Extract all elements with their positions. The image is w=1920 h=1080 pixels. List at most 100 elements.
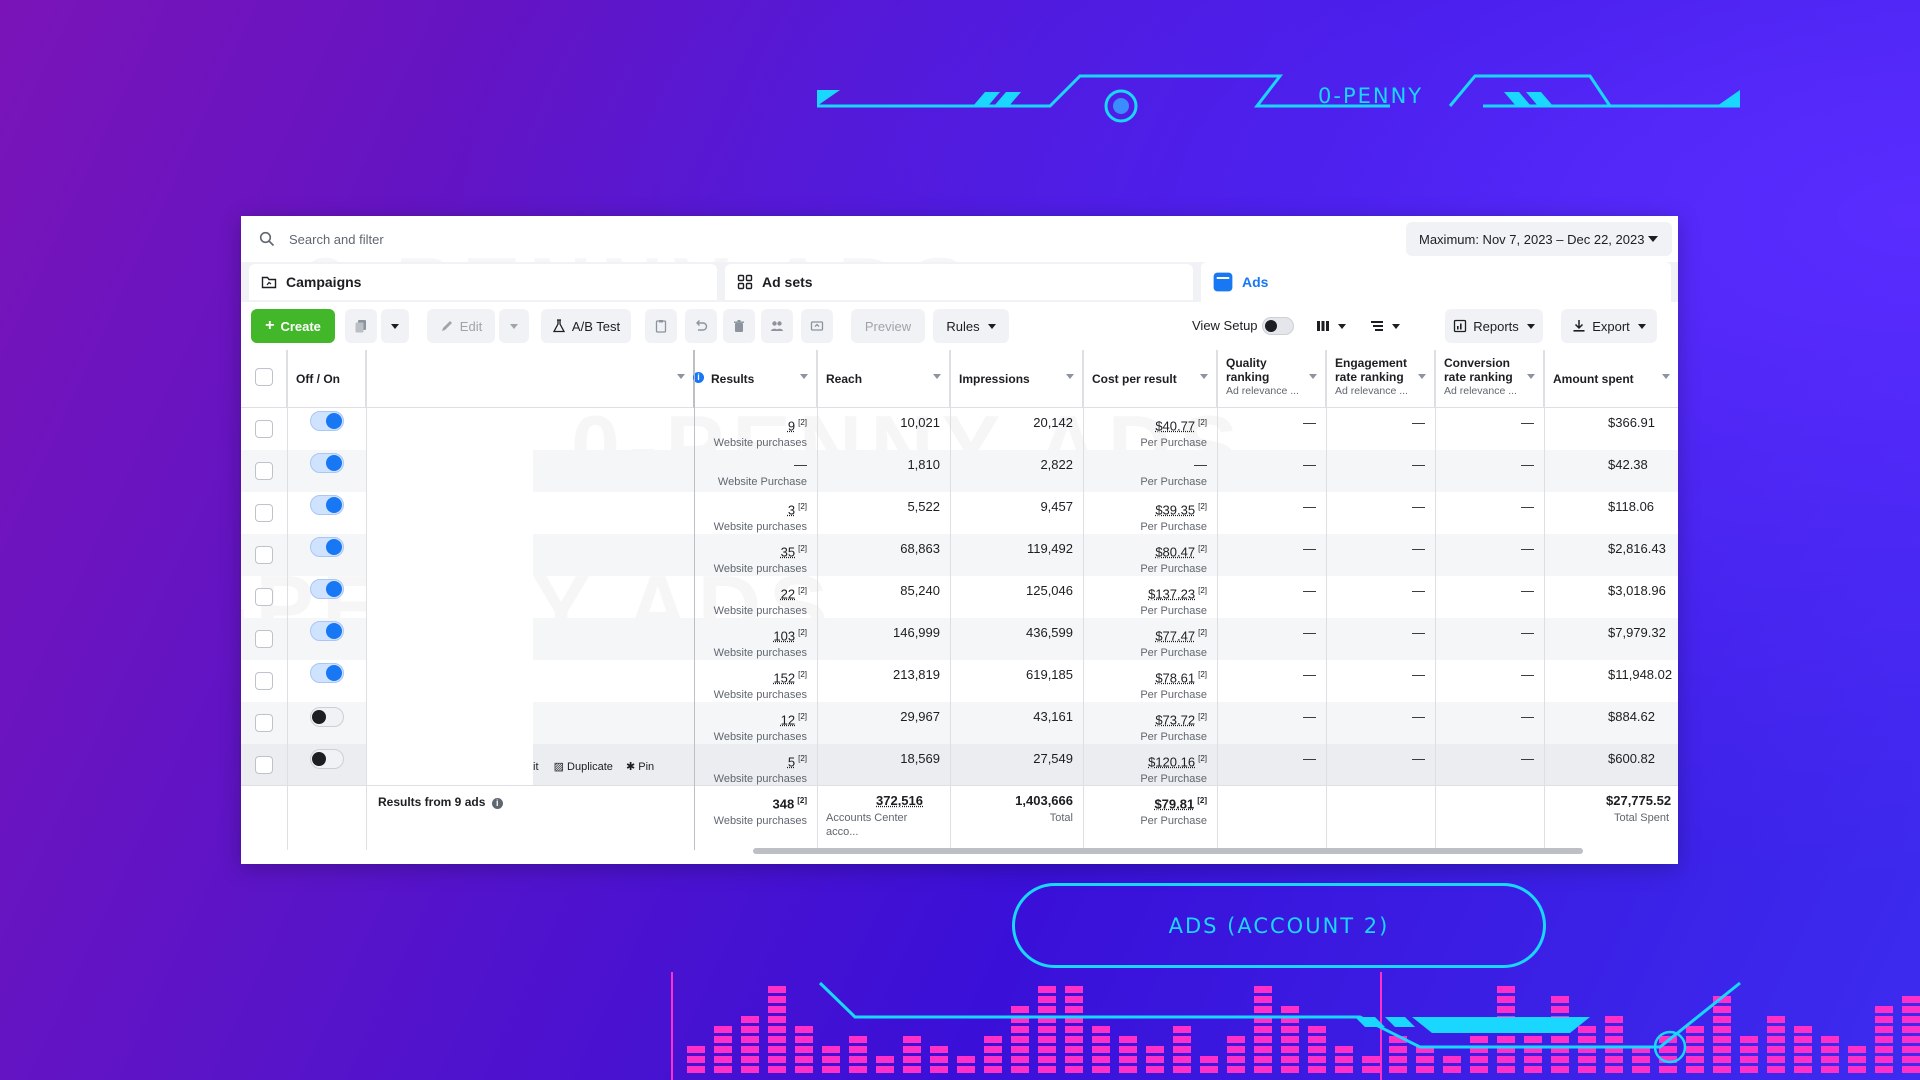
header-cost-per-result[interactable]: Cost per result bbox=[1083, 350, 1217, 408]
columns-button[interactable] bbox=[1307, 309, 1355, 343]
equalizer-segment bbox=[714, 1026, 732, 1033]
quality-cell: — bbox=[1217, 408, 1326, 450]
row-checkbox[interactable] bbox=[255, 420, 273, 438]
ad-status-toggle[interactable] bbox=[310, 411, 344, 431]
tab-campaigns[interactable]: Campaigns bbox=[249, 264, 717, 300]
edit-button[interactable]: Edit bbox=[427, 309, 495, 343]
clipboard-button[interactable] bbox=[645, 309, 677, 343]
equalizer-segment bbox=[1767, 1026, 1785, 1033]
preview-button[interactable]: Preview bbox=[851, 309, 925, 343]
ad-status-toggle[interactable] bbox=[310, 707, 344, 727]
ad-status-toggle[interactable] bbox=[310, 453, 344, 473]
export-button[interactable]: Export bbox=[1561, 309, 1657, 343]
footnote-marker: [2] bbox=[798, 670, 807, 679]
ad-status-toggle[interactable] bbox=[310, 621, 344, 641]
ad-status-toggle[interactable] bbox=[310, 663, 344, 683]
row-checkbox[interactable] bbox=[255, 630, 273, 648]
row-action-edit[interactable]: it bbox=[533, 761, 539, 773]
edit-dropdown[interactable] bbox=[499, 309, 529, 343]
row-checkbox[interactable] bbox=[255, 714, 273, 732]
header-impressions[interactable]: Impressions bbox=[950, 350, 1083, 408]
pin-icon: ✱ bbox=[625, 761, 636, 773]
row-action-pin[interactable]: Pin bbox=[638, 761, 654, 773]
reach-cell: 5,522 bbox=[817, 492, 950, 534]
impressions-cell: 125,046 bbox=[950, 576, 1083, 618]
view-setup-label: View Setup bbox=[1192, 318, 1258, 333]
header-results[interactable]: i Results bbox=[693, 350, 817, 408]
column-divider bbox=[1217, 350, 1218, 850]
equalizer-segment bbox=[1875, 1036, 1893, 1043]
footnote-marker: [2] bbox=[1198, 418, 1207, 427]
quality-value: — bbox=[1303, 583, 1316, 598]
search-filter-bar[interactable]: Search and filter bbox=[247, 222, 1442, 256]
row-action-duplicate[interactable]: Duplicate bbox=[567, 761, 613, 773]
amount-value: $11,948.02 bbox=[1608, 667, 1673, 682]
audience-button[interactable] bbox=[761, 309, 793, 343]
row-checkbox[interactable] bbox=[255, 546, 273, 564]
header-reach[interactable]: Reach bbox=[817, 350, 950, 408]
row-checkbox[interactable] bbox=[255, 462, 273, 480]
results-cell: 12 [2] Website purchases bbox=[694, 702, 817, 744]
row-checkbox[interactable] bbox=[255, 672, 273, 690]
equalizer-segment bbox=[768, 1006, 786, 1013]
tab-ad-sets[interactable]: Ad sets bbox=[725, 264, 1193, 300]
delete-button[interactable] bbox=[723, 309, 755, 343]
quality-subheader: Ad relevance ... bbox=[1226, 385, 1299, 397]
impressions-cell: 27,549 bbox=[950, 744, 1083, 786]
rules-button[interactable]: Rules bbox=[933, 309, 1009, 343]
reports-button[interactable]: Reports bbox=[1445, 309, 1543, 343]
reach-value: 5,522 bbox=[907, 499, 940, 514]
header-ad-name[interactable] bbox=[366, 350, 694, 408]
ad-status-toggle[interactable] bbox=[310, 495, 344, 515]
share-button[interactable] bbox=[801, 309, 833, 343]
header-conversion-ranking[interactable]: Conversion rate ranking Ad relevance ... bbox=[1435, 350, 1544, 408]
row-checkbox[interactable] bbox=[255, 504, 273, 522]
sort-icon bbox=[1309, 374, 1317, 379]
tab-ads[interactable]: Ads bbox=[1201, 262, 1671, 302]
breakdown-button[interactable] bbox=[1361, 309, 1409, 343]
footnote-marker: [2] bbox=[1198, 670, 1207, 679]
results-value: 9 bbox=[787, 418, 796, 434]
date-range-picker[interactable]: Maximum: Nov 7, 2023 – Dec 22, 2023 bbox=[1406, 222, 1672, 256]
ad-status-toggle[interactable] bbox=[310, 749, 344, 769]
amount-cell: $118.06 bbox=[1544, 492, 1678, 534]
ab-test-button[interactable]: A/B Test bbox=[541, 309, 631, 343]
results-value: 35 bbox=[780, 544, 796, 560]
equalizer-segment bbox=[768, 1036, 786, 1043]
ad-status-toggle[interactable] bbox=[310, 537, 344, 557]
quality-value: — bbox=[1303, 499, 1316, 514]
engagement-value: — bbox=[1412, 499, 1425, 514]
undo-button[interactable] bbox=[685, 309, 717, 343]
quality-cell: — bbox=[1217, 618, 1326, 660]
view-setup-toggle[interactable] bbox=[1262, 317, 1294, 335]
impressions-value: 436,599 bbox=[1026, 625, 1073, 640]
total-reach: 372,516 Accounts Center acco... bbox=[817, 786, 950, 838]
column-divider bbox=[950, 350, 951, 850]
equalizer-segment bbox=[1902, 1046, 1920, 1053]
footnote-marker: [2] bbox=[1197, 796, 1207, 805]
reach-value: 85,240 bbox=[900, 583, 940, 598]
row-checkbox[interactable] bbox=[255, 756, 273, 774]
duplicate-button[interactable] bbox=[345, 309, 377, 343]
create-button[interactable]: + Create bbox=[251, 309, 335, 343]
columns-icon bbox=[1317, 321, 1329, 331]
ad-status-toggle[interactable] bbox=[310, 579, 344, 599]
select-all-checkbox[interactable] bbox=[255, 368, 273, 386]
row-checkbox[interactable] bbox=[255, 588, 273, 606]
header-off-on: Off / On bbox=[287, 350, 366, 408]
header-decoration bbox=[817, 74, 1740, 123]
header-amount-spent[interactable]: Amount spent bbox=[1544, 350, 1678, 408]
engagement-value: — bbox=[1412, 709, 1425, 724]
total-impressions: 1,403,666 Total bbox=[950, 786, 1083, 828]
header-quality-ranking[interactable]: Quality ranking Ad relevance ... bbox=[1217, 350, 1326, 408]
chevron-down-icon bbox=[1338, 323, 1346, 329]
duplicate-dropdown[interactable] bbox=[381, 309, 409, 343]
results-value: 3 bbox=[787, 502, 796, 518]
ads-icon bbox=[1213, 272, 1233, 292]
sort-icon bbox=[1200, 374, 1208, 379]
conversion-value: — bbox=[1521, 751, 1534, 766]
cost-cell: $80.47 [2] Per Purchase bbox=[1083, 534, 1217, 576]
reach-value: 10,021 bbox=[900, 415, 940, 430]
header-engagement-ranking[interactable]: Engagement rate ranking Ad relevance ... bbox=[1326, 350, 1435, 408]
horizontal-scrollbar[interactable] bbox=[753, 848, 1583, 854]
